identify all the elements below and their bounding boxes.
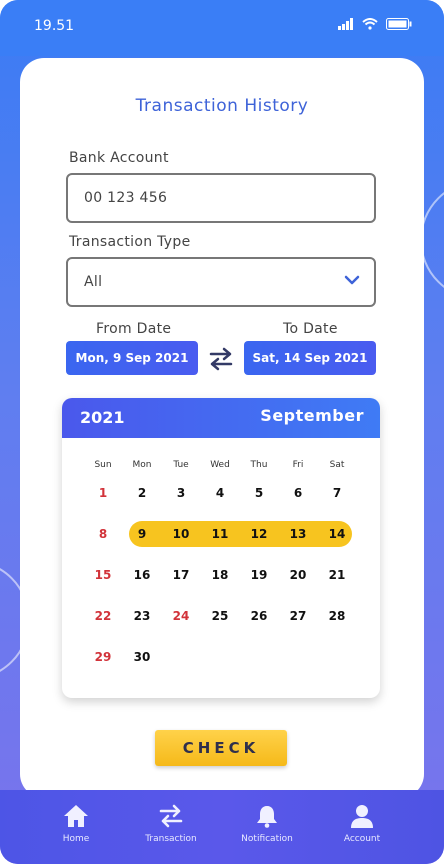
- nav-label-home: Home: [62, 834, 90, 844]
- calendar-day[interactable]: 11: [205, 523, 235, 545]
- to-date-label: To Date: [283, 321, 338, 337]
- transaction-type-label: Transaction Type: [69, 234, 191, 250]
- calendar-weekday: Fri: [292, 460, 304, 470]
- bottom-navigation: Home Transaction Notification Account: [0, 790, 444, 864]
- calendar-day[interactable]: 26: [244, 605, 274, 627]
- calendar-day[interactable]: 1: [88, 482, 118, 504]
- battery-icon: [386, 18, 412, 30]
- from-date-button[interactable]: Mon, 9 Sep 2021: [66, 341, 198, 375]
- calendar-day[interactable]: 27: [283, 605, 313, 627]
- calendar-day[interactable]: 13: [283, 523, 313, 545]
- calendar-day[interactable]: 18: [205, 564, 235, 586]
- nav-label-notification: Notification: [241, 834, 293, 844]
- calendar-day[interactable]: 17: [166, 564, 196, 586]
- nav-item-transaction[interactable]: Transaction: [126, 804, 216, 844]
- signal-icon: [338, 18, 353, 30]
- nav-label-transaction: Transaction: [145, 834, 197, 844]
- calendar-day[interactable]: 10: [166, 523, 196, 545]
- calendar-header: 2021 September: [62, 398, 380, 438]
- calendar-day[interactable]: 4: [205, 482, 235, 504]
- bank-account-value: 00 123 456: [84, 190, 168, 206]
- calendar-weekday: Sat: [329, 460, 345, 470]
- home-icon: [64, 805, 88, 827]
- calendar-day[interactable]: 25: [205, 605, 235, 627]
- check-button[interactable]: CHECK: [155, 730, 287, 766]
- page-title: Transaction History: [135, 96, 309, 116]
- calendar-weekday: Sun: [94, 460, 112, 470]
- calendar-day[interactable]: 19: [244, 564, 274, 586]
- calendar-day[interactable]: 21: [322, 564, 352, 586]
- transaction-type-select[interactable]: All: [66, 257, 376, 307]
- calendar-year: 2021: [80, 408, 125, 427]
- status-bar: 19.51: [0, 0, 444, 56]
- chevron-down-icon: [344, 275, 360, 285]
- nav-item-notification[interactable]: Notification: [222, 804, 312, 844]
- bell-icon: [257, 806, 277, 828]
- calendar-month: September: [260, 406, 364, 425]
- calendar-day[interactable]: 24: [166, 605, 196, 627]
- calendar-weekday: Tue: [173, 460, 189, 470]
- bank-account-field[interactable]: 00 123 456: [66, 173, 376, 223]
- bank-account-label: Bank Account: [69, 150, 169, 166]
- selected-range-highlight: [129, 521, 352, 547]
- calendar-day[interactable]: 12: [244, 523, 274, 545]
- calendar-day[interactable]: 20: [283, 564, 313, 586]
- calendar-day[interactable]: 14: [322, 523, 352, 545]
- nav-item-home[interactable]: Home: [31, 804, 121, 844]
- calendar-day[interactable]: 16: [127, 564, 157, 586]
- calendar-day[interactable]: 15: [88, 564, 118, 586]
- calendar-day[interactable]: 9: [127, 523, 157, 545]
- app-screen: 19.51 Transaction History Bank Account 0…: [0, 0, 444, 864]
- calendar-day[interactable]: 23: [127, 605, 157, 627]
- calendar-day[interactable]: 2: [127, 482, 157, 504]
- calendar-day[interactable]: 3: [166, 482, 196, 504]
- status-time: 19.51: [34, 18, 75, 34]
- calendar-day[interactable]: 22: [88, 605, 118, 627]
- calendar-weekday: Wed: [210, 460, 230, 470]
- calendar-day[interactable]: 8: [88, 523, 118, 545]
- transaction-type-value: All: [84, 274, 103, 290]
- calendar-day[interactable]: 30: [127, 646, 157, 668]
- to-date-button[interactable]: Sat, 14 Sep 2021: [244, 341, 376, 375]
- calendar-day[interactable]: 28: [322, 605, 352, 627]
- from-date-label: From Date: [96, 321, 172, 337]
- calendar: 2021 September Sun Mon Tue Wed Thu Fri Sat 1 2 3 4…: [62, 398, 380, 698]
- nav-label-account: Account: [343, 834, 381, 844]
- nav-item-account[interactable]: Account: [317, 804, 407, 844]
- user-icon: [351, 805, 373, 828]
- calendar-day[interactable]: 5: [244, 482, 274, 504]
- calendar-weekday: Mon: [132, 460, 152, 470]
- calendar-weekday: Thu: [250, 460, 268, 470]
- swap-arrows-icon[interactable]: [207, 346, 235, 372]
- wifi-icon: [362, 18, 378, 30]
- calendar-day[interactable]: 29: [88, 646, 118, 668]
- transfer-arrows-icon: [159, 804, 183, 828]
- calendar-day[interactable]: 6: [283, 482, 313, 504]
- calendar-day[interactable]: 7: [322, 482, 352, 504]
